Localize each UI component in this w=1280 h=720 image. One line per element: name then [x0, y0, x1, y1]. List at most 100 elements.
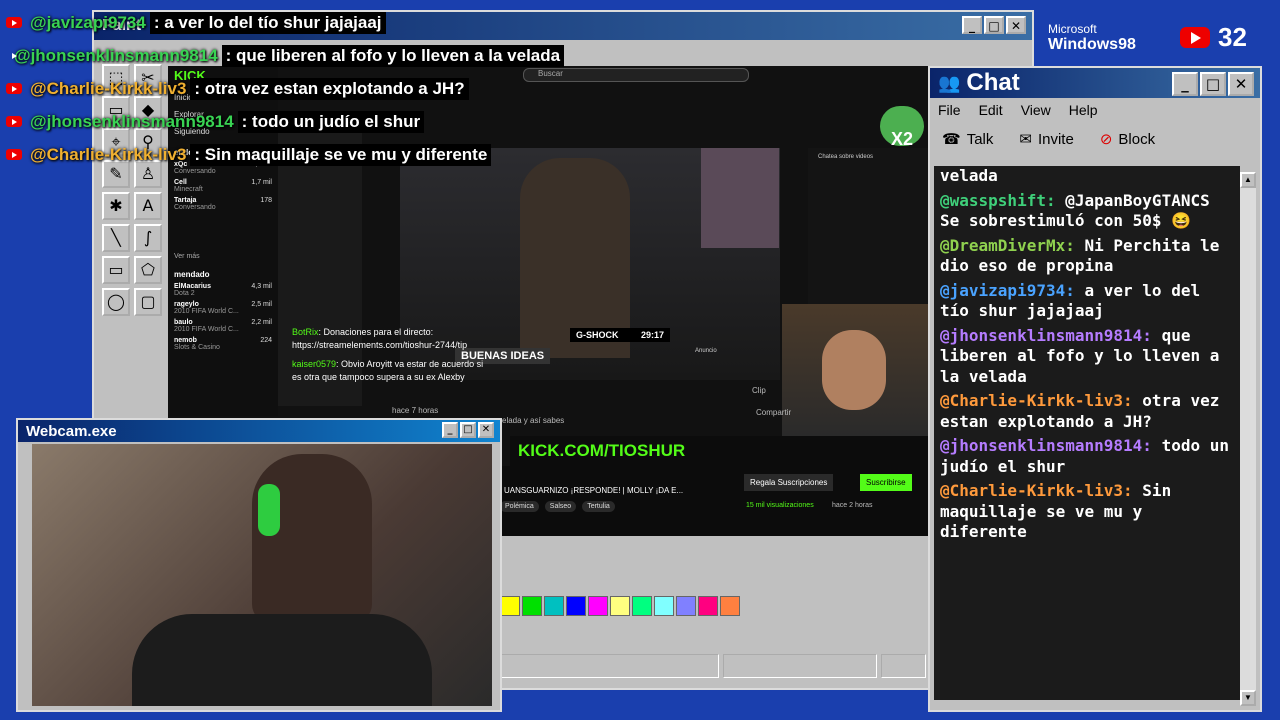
youtube-icon: [6, 116, 22, 127]
polygon-icon[interactable]: ⬠: [134, 256, 162, 284]
headphone: [258, 484, 280, 536]
channel-category: Conversando: [174, 204, 216, 211]
sidebar-more[interactable]: Ver más: [168, 213, 278, 268]
youtube-icon: [6, 149, 22, 160]
curve-icon[interactable]: ∫: [134, 224, 162, 252]
webcam-feed: [32, 444, 492, 706]
channel-category: 2010 FIFA World C...: [174, 308, 239, 315]
webcam-close-button[interactable]: ✕: [478, 422, 494, 438]
minimize-button[interactable]: _: [962, 16, 982, 34]
sidebar-channel[interactable]: ElMacarius Dota 2 4,3 mil: [168, 281, 278, 299]
velada-text: velada y así sabes: [498, 416, 565, 425]
line-icon[interactable]: ╲: [102, 224, 130, 252]
invite-button[interactable]: ✉ Invite: [1019, 130, 1073, 149]
stream-tag[interactable]: Polémica: [500, 501, 539, 512]
palette-swatch[interactable]: [654, 596, 674, 616]
overlay-chat-line: @Charlie-Kirkk-liv3: otra vez estan expl…: [0, 72, 560, 105]
chat-username: @DreamDiverMx:: [940, 235, 1075, 255]
chat-message: @DreamDiverMx: Ni Perchita le dio eso de…: [934, 236, 1240, 277]
palette-swatch[interactable]: [500, 596, 520, 616]
viewer-count: 4,3 mil: [251, 283, 272, 290]
sidebar-channel[interactable]: nemob Slots & Casino 224: [168, 335, 278, 353]
talk-button[interactable]: ☎ Talk: [942, 130, 993, 149]
botrix-user: BotRix: [292, 327, 319, 337]
gift-subs-button[interactable]: Regala Suscripciones: [744, 474, 834, 491]
overlay-message: : Sin maquillaje se ve mu y diferente: [190, 143, 492, 166]
menu-help[interactable]: Help: [1069, 102, 1098, 118]
webcam-title: Webcam.exe: [26, 422, 117, 440]
overlay-message: : otra vez estan explotando a JH?: [190, 77, 469, 100]
ad-label: Anuncio: [695, 348, 717, 354]
viewer-count: 2,2 mil: [251, 319, 272, 326]
clip-button[interactable]: Clip: [752, 386, 766, 395]
text-icon[interactable]: A: [134, 192, 162, 220]
x2-badge: X2: [880, 106, 924, 149]
webcam-window: Webcam.exe _ □ ✕: [16, 418, 502, 712]
chat-title-bar: 👥 Chat _ □ ✕: [930, 68, 1260, 98]
overlay-message: : a ver lo del tío shur jajajaaj: [149, 11, 386, 34]
menu-edit[interactable]: Edit: [979, 102, 1003, 118]
ellipse-icon[interactable]: ◯: [102, 288, 130, 316]
stream-tag[interactable]: Tertulia: [582, 501, 615, 512]
palette-swatch[interactable]: [588, 596, 608, 616]
block-button[interactable]: ⊘ Block: [1100, 130, 1155, 149]
rectangle-icon[interactable]: ▭: [102, 256, 130, 284]
palette-swatch[interactable]: [676, 596, 696, 616]
hace-7-label: hace 7 horas: [392, 406, 439, 415]
scroll-up-icon[interactable]: ▲: [1240, 172, 1256, 188]
chat-text: velada: [940, 166, 998, 185]
channel-name: nemob: [174, 337, 197, 344]
palette-swatch[interactable]: [610, 596, 630, 616]
chat-username: @Charlie-Kirkk-liv3:: [940, 481, 1133, 500]
channel-category: Slots & Casino: [174, 344, 220, 351]
palette-swatch[interactable]: [566, 596, 586, 616]
kick-banner: KICK.COM/TIOSHUR: [518, 441, 686, 460]
sidebar-channel[interactable]: Tartaja Conversando 178: [168, 195, 278, 213]
inner-chat-messages: BotRix: Donaciones para el directo: http…: [292, 327, 484, 382]
palette-swatch[interactable]: [522, 596, 542, 616]
overlay-chat-line: @jhonsenklinsmann9814: que liberen al fo…: [0, 39, 565, 72]
chat-maximize-button[interactable]: □: [1200, 72, 1226, 96]
sidebar-channel[interactable]: rageylo 2010 FIFA World C... 2,5 mil: [168, 299, 278, 317]
scroll-down-icon[interactable]: ▼: [1240, 690, 1256, 706]
chat-window: 👥 Chat _ □ ✕ File Edit View Help ☎ Talk ✉…: [928, 66, 1262, 712]
chat-scrollbar[interactable]: ▲ ▼: [1240, 172, 1256, 706]
menu-file[interactable]: File: [938, 102, 961, 118]
webcam-minimize-button[interactable]: _: [442, 422, 458, 438]
sidebar-channel[interactable]: baulo 2010 FIFA World C... 2,2 mil: [168, 317, 278, 335]
maximize-button[interactable]: □: [984, 16, 1004, 34]
subscribe-button[interactable]: Suscribirse: [860, 474, 912, 491]
overlay-chat-line: @jhonsenklinsmann9814: todo un judío el …: [0, 105, 560, 138]
menu-view[interactable]: View: [1021, 102, 1051, 118]
webcam-maximize-button[interactable]: □: [460, 422, 476, 438]
chat-username: @jhonsenklinsmann9814:: [940, 325, 1152, 345]
viewer-count: 2,5 mil: [251, 301, 272, 308]
overlay-chat: @javizapi9734: a ver lo del tío shur jaj…: [0, 6, 565, 171]
palette-swatch[interactable]: [720, 596, 740, 616]
chat-close-button[interactable]: ✕: [1228, 72, 1254, 96]
viewer-count: 224: [260, 337, 272, 344]
compartir-button[interactable]: Compartir: [756, 408, 791, 417]
palette-swatch[interactable]: [544, 596, 564, 616]
spray-icon[interactable]: ✱: [102, 192, 130, 220]
viewer-count: 1,7 mil: [251, 179, 272, 186]
palette-swatch[interactable]: [632, 596, 652, 616]
rounded-rect-icon[interactable]: ▢: [134, 288, 162, 316]
kick-banner-bar: KICK.COM/TIOSHUR: [510, 436, 928, 466]
overlay-username: @jhonsenklinsmann9814: [30, 111, 234, 131]
stream-tag[interactable]: Salseo: [544, 501, 577, 512]
channel-category: 2010 FIFA World C...: [174, 326, 239, 333]
overlay-username: @Charlie-Kirkk-liv3: [30, 144, 187, 164]
sidebar-channel[interactable]: Cell Minecraft 1,7 mil: [168, 177, 278, 195]
streamer-camera: [782, 304, 928, 436]
talk-icon: ☎: [942, 131, 961, 148]
stream-info: UANSGUARNIZO ¡RESPONDE! | MOLLY ¡DA E...…: [500, 466, 928, 536]
timer-label: 29:17: [641, 330, 665, 340]
palette-swatch[interactable]: [698, 596, 718, 616]
chat-minimize-button[interactable]: _: [1172, 72, 1198, 96]
channel-name: Tartaja: [174, 197, 197, 204]
channel-name: rageylo: [174, 301, 199, 308]
close-button[interactable]: ✕: [1006, 16, 1026, 34]
youtube-icon: [6, 17, 22, 28]
viewer-count: 178: [260, 197, 272, 204]
